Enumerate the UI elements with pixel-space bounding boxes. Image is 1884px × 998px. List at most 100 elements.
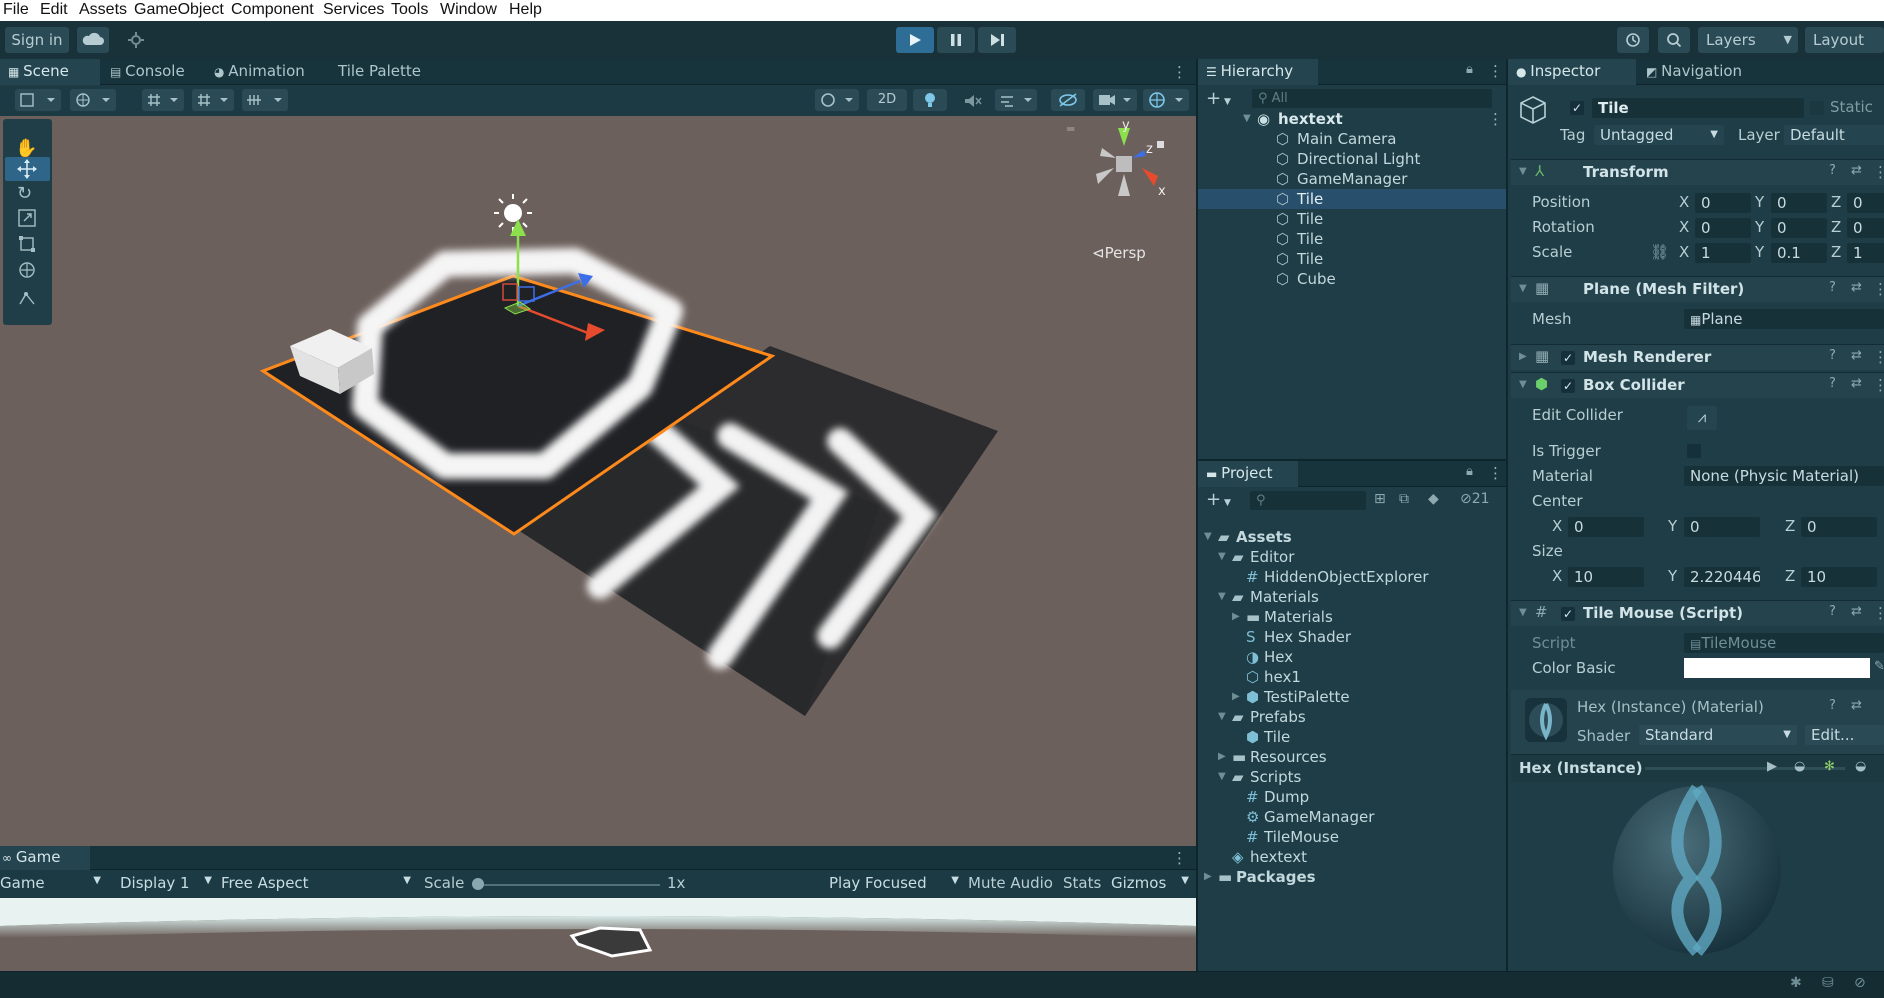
position-z-field[interactable]: 0 bbox=[1847, 193, 1884, 213]
tag-dropdown[interactable]: Untagged ▼ bbox=[1594, 125, 1724, 145]
menu-assets[interactable]: Assets bbox=[79, 1, 127, 19]
project-item[interactable]: ◈ hextext bbox=[1198, 847, 1508, 867]
menu-edit[interactable]: Edit bbox=[40, 1, 68, 19]
tile-mouse-enabled-checkbox[interactable]: ✓ bbox=[1561, 607, 1575, 621]
size-y-field[interactable]: 2.220446e- bbox=[1684, 567, 1760, 587]
filter-icon[interactable]: ⧉ bbox=[1399, 491, 1409, 507]
scale-slider[interactable] bbox=[474, 884, 660, 886]
hierarchy-item[interactable]: ⬡ Directional Light bbox=[1198, 149, 1508, 169]
custom-tool-icon[interactable] bbox=[18, 289, 36, 307]
hierarchy-item[interactable]: ⬡ Cube bbox=[1198, 269, 1508, 289]
static-checkbox[interactable] bbox=[1810, 101, 1824, 115]
box-collider-header[interactable]: ▼ ⬢ ✓ Box Collider ? ⇄ ⋮ bbox=[1511, 372, 1884, 398]
center-x-field[interactable]: 0 bbox=[1568, 517, 1644, 537]
preview-drag-bar[interactable] bbox=[1645, 767, 1845, 770]
tab-game[interactable]: ∞ Game bbox=[0, 846, 90, 870]
layer-dropdown[interactable]: Default bbox=[1784, 125, 1884, 145]
collab-icon[interactable] bbox=[125, 29, 147, 51]
rotation-z-field[interactable]: 0 bbox=[1847, 218, 1884, 238]
scale-tool-icon[interactable] bbox=[18, 209, 36, 227]
move-tool-button[interactable] bbox=[5, 157, 50, 181]
grid-snap-dropdown[interactable] bbox=[142, 89, 184, 111]
box-collider-enabled-checkbox[interactable]: ✓ bbox=[1561, 379, 1575, 393]
size-x-field[interactable]: 10 bbox=[1568, 567, 1644, 587]
bug-icon[interactable]: ✱ bbox=[1790, 975, 1802, 991]
mesh-field[interactable]: ▦Plane bbox=[1684, 309, 1884, 329]
gizmos-dropdown[interactable]: Gizmos ▼ bbox=[1111, 874, 1189, 894]
tab-scene[interactable]: ▦ Scene bbox=[0, 59, 100, 85]
material-header[interactable]: Hex (Instance) (Material) ? ⇄ Shader Sta… bbox=[1511, 690, 1884, 754]
preview-play-icon[interactable]: ▶ bbox=[1767, 759, 1777, 774]
material-preview-area[interactable] bbox=[1511, 782, 1884, 971]
menu-window[interactable]: Window bbox=[440, 1, 497, 19]
menu-help[interactable]: Help bbox=[509, 1, 542, 19]
eyedropper-icon[interactable]: ✎ bbox=[1874, 659, 1884, 674]
collider-material-field[interactable]: None (Physic Material) bbox=[1684, 466, 1884, 486]
kebab-menu-icon[interactable]: ⋮ bbox=[1873, 163, 1884, 181]
kebab-menu-icon[interactable]: ⋮ bbox=[1873, 348, 1884, 366]
project-item[interactable]: ▶ ▬ Materials bbox=[1198, 607, 1508, 627]
scale-x-field[interactable]: 1 bbox=[1695, 243, 1751, 263]
expand-arrow-icon[interactable]: ▼ bbox=[1218, 767, 1226, 787]
project-item[interactable]: ▼ ▰ Prefabs bbox=[1198, 707, 1508, 727]
shader-dropdown[interactable]: Standard ▼ bbox=[1639, 725, 1797, 745]
kebab-menu-icon[interactable]: ⋮ bbox=[1172, 63, 1187, 81]
size-z-field[interactable]: 10 bbox=[1801, 567, 1877, 587]
search-by-type-icon[interactable]: ⊞ bbox=[1374, 491, 1386, 507]
is-trigger-checkbox[interactable] bbox=[1687, 444, 1701, 458]
collapse-arrow-icon[interactable]: ▶ bbox=[1232, 607, 1240, 627]
layout-dropdown[interactable]: Layout bbox=[1805, 27, 1884, 53]
kebab-menu-icon[interactable]: ⋮ bbox=[1873, 280, 1884, 298]
help-icon[interactable]: ? bbox=[1829, 163, 1836, 178]
scale-y-field[interactable]: 0.1 bbox=[1771, 243, 1827, 263]
hand-tool-icon[interactable]: ✋ bbox=[15, 138, 37, 159]
menu-gameobject[interactable]: GameObject bbox=[134, 1, 224, 19]
add-object-button[interactable]: + ▼ bbox=[1206, 88, 1231, 109]
menu-component[interactable]: Component bbox=[231, 1, 314, 19]
label-icon[interactable]: ◆ bbox=[1428, 491, 1439, 507]
rect-tool-icon[interactable] bbox=[18, 235, 36, 253]
transform-header[interactable]: ▼ ⅄ Transform ? ⇄ ⋮ bbox=[1511, 159, 1884, 185]
project-item[interactable]: ▼ ▰ Materials bbox=[1198, 587, 1508, 607]
kebab-menu-icon[interactable]: ⋮ bbox=[1873, 376, 1884, 394]
center-y-field[interactable]: 0 bbox=[1684, 517, 1760, 537]
shader-edit-button[interactable]: Edit... bbox=[1805, 725, 1884, 745]
kebab-menu-icon[interactable]: ⋮ bbox=[1488, 464, 1503, 482]
project-item[interactable]: # Dump bbox=[1198, 787, 1508, 807]
play-button[interactable] bbox=[896, 27, 934, 53]
search-button[interactable] bbox=[1658, 27, 1690, 53]
presets-icon[interactable]: ⇄ bbox=[1851, 348, 1862, 363]
persp-label[interactable]: ⊲Persp bbox=[1092, 244, 1146, 262]
lock-icon[interactable]: 🔒︎ bbox=[1466, 62, 1473, 77]
color-basic-swatch[interactable] bbox=[1684, 658, 1870, 678]
render-mode-dropdown[interactable] bbox=[815, 89, 859, 111]
mute-audio-toggle[interactable]: Mute Audio bbox=[968, 874, 1053, 892]
preview-sphere-icon[interactable]: ◒ bbox=[1794, 759, 1805, 774]
pause-button[interactable] bbox=[937, 27, 975, 53]
gizmo-lock-icon[interactable] bbox=[1157, 141, 1164, 148]
project-item[interactable]: ▼ ▰ Editor bbox=[1198, 547, 1508, 567]
presets-icon[interactable]: ⇄ bbox=[1851, 698, 1862, 713]
hidden-objects-toggle[interactable] bbox=[1051, 89, 1085, 111]
hierarchy-item[interactable]: ⬡ GameManager bbox=[1198, 169, 1508, 189]
edit-collider-button[interactable]: ⩘ bbox=[1687, 406, 1717, 430]
collapse-arrow-icon[interactable]: ▶ bbox=[1232, 687, 1240, 707]
project-item[interactable]: # HiddenObjectExplorer bbox=[1198, 567, 1508, 587]
presets-icon[interactable]: ⇄ bbox=[1851, 376, 1862, 391]
draw-mode-dropdown[interactable] bbox=[15, 89, 61, 111]
mesh-renderer-header[interactable]: ▶ ▦ ✓ Mesh Renderer ? ⇄ ⋮ bbox=[1511, 344, 1884, 370]
hierarchy-item[interactable]: ⬡ Tile bbox=[1198, 189, 1508, 209]
project-item[interactable]: ⬡ hex1 bbox=[1198, 667, 1508, 687]
stats-toggle[interactable]: Stats bbox=[1063, 874, 1101, 892]
orientation-gizmo[interactable]: y z x ⊲Persp bbox=[1088, 118, 1168, 262]
menu-services[interactable]: Services bbox=[323, 1, 384, 19]
expand-arrow-icon[interactable]: ▼ bbox=[1204, 527, 1212, 547]
lighting-toggle[interactable] bbox=[913, 89, 947, 111]
kebab-menu-icon[interactable]: ⋮ bbox=[1488, 109, 1503, 129]
hierarchy-item[interactable]: ⬡ Tile bbox=[1198, 249, 1508, 269]
collapse-arrow-icon[interactable]: ▶ bbox=[1204, 867, 1212, 887]
tab-navigation[interactable]: ◩ Navigation bbox=[1638, 59, 1750, 85]
hidden-packages-toggle[interactable]: ⊘21 bbox=[1460, 491, 1490, 507]
active-checkbox[interactable]: ✓ bbox=[1570, 101, 1584, 115]
scene-view[interactable]: ✋ ↻ y z x ⊲Persp ═ bbox=[0, 116, 1196, 846]
